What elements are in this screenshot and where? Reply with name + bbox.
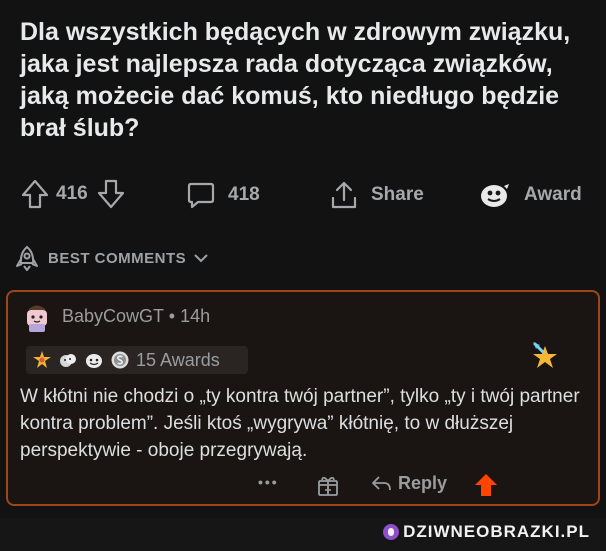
give-award-icon[interactable]: [316, 473, 340, 497]
awards-count: 15 Awards: [136, 349, 220, 370]
comment-icon: [187, 182, 215, 209]
share-label: Share: [371, 184, 424, 205]
comment-awards[interactable]: 15 Awards: [26, 346, 248, 374]
comment-meta: BabyCowGT • 14h: [62, 306, 210, 327]
comments-button[interactable]: 418: [186, 180, 260, 210]
upvote-active-icon[interactable]: [473, 472, 499, 498]
post-actions-bar: 416 418 Share Award: [0, 178, 606, 214]
reply-button[interactable]: Reply: [370, 473, 447, 494]
wholesome-award-icon: [60, 354, 76, 367]
vote-count: 416: [56, 183, 88, 204]
comment-time: 14h: [180, 306, 211, 326]
coin-award-icon: [111, 351, 129, 369]
award-icon: [481, 184, 509, 207]
share-icon: [331, 181, 357, 209]
sort-comments-dropdown[interactable]: BEST COMMENTS: [14, 244, 210, 272]
post-title: Dla wszystkich będących w zdrowym związk…: [20, 18, 571, 142]
downvote-icon[interactable]: [96, 178, 126, 210]
sort-label: BEST COMMENTS: [48, 249, 187, 267]
chevron-down-icon: [194, 254, 208, 263]
rocket-icon: [16, 245, 38, 271]
silver-award-icon: [86, 354, 102, 368]
comment-body: W kłótni nie chodzi o „ty kontra twój pa…: [20, 386, 580, 461]
more-options-button[interactable]: •••: [258, 474, 279, 490]
watermark-logo-icon: [383, 524, 400, 540]
vote-group: 416: [20, 178, 126, 210]
award-button[interactable]: Award: [478, 180, 582, 210]
share-button[interactable]: Share: [329, 180, 424, 210]
helpful-award-icon: [33, 351, 51, 368]
reply-icon: [372, 475, 391, 490]
avatar[interactable]: [22, 300, 52, 334]
watermark-text: DZIWNEOBRAZKI.PL: [403, 522, 590, 541]
username[interactable]: BabyCowGT: [62, 306, 164, 326]
rocket-star-award-icon: [533, 342, 557, 368]
comments-count: 418: [228, 184, 260, 205]
reply-label: Reply: [398, 473, 448, 493]
watermark: DZIWNEOBRAZKI.PL: [383, 522, 590, 542]
comment-actions: ••• Reply: [0, 472, 606, 500]
meta-separator: •: [168, 306, 176, 326]
upvote-icon[interactable]: [20, 178, 50, 210]
award-label: Award: [524, 184, 582, 205]
